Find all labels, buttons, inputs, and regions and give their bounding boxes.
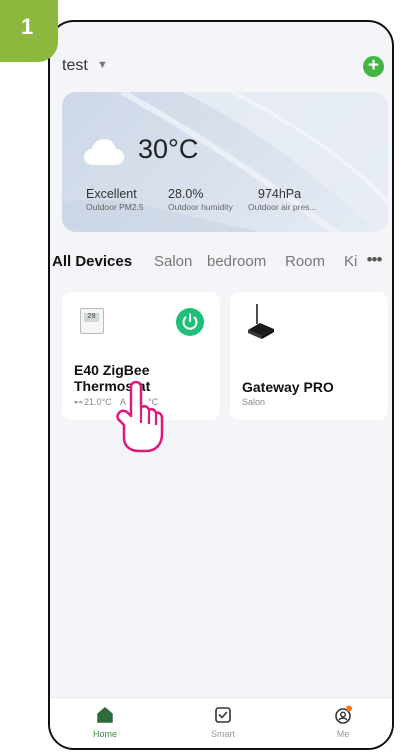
metric-label: Outdoor air pres... <box>248 202 317 212</box>
pointing-hand-icon <box>116 380 164 453</box>
thermostat-icon: 28 <box>80 308 104 334</box>
tab-room[interactable]: Room <box>285 253 325 270</box>
metric-air-pressure: 974hPa Outdoor air pres... <box>248 187 317 212</box>
nav-label: Home <box>92 729 117 739</box>
notification-dot <box>346 705 352 712</box>
cloud-icon <box>84 139 124 165</box>
device-room: Salon <box>242 397 266 407</box>
weather-card[interactable]: 30°C Excellent Outdoor PM2.5 28.0% Outdo… <box>62 92 388 232</box>
thermostat-icon-small: ⊷ <box>74 397 83 407</box>
temperature: 30°C <box>138 134 199 164</box>
tab-kitchen[interactable]: Ki <box>344 253 357 270</box>
thermostat-display: 28 <box>84 313 99 322</box>
phone-screen: test ▼ + 30°C Excellent Outdoor PM2.5 28… <box>48 20 394 750</box>
nav-label: Me <box>336 729 350 739</box>
header: test ▼ + <box>50 22 392 84</box>
smart-icon <box>215 707 231 723</box>
gateway-icon <box>248 304 274 339</box>
step-badge: 1 <box>0 0 58 62</box>
power-icon <box>182 313 198 330</box>
device-card-gateway[interactable]: Gateway PRO Salon <box>230 292 388 420</box>
nav-home[interactable]: Home <box>75 704 135 739</box>
more-icon[interactable]: ••• <box>361 251 387 273</box>
power-button[interactable] <box>176 308 204 336</box>
bottom-nav: Home Smart Me <box>50 697 392 748</box>
caret-down-icon[interactable]: ▼ <box>97 59 108 71</box>
device-name: Gateway PRO <box>242 379 334 395</box>
metric-value: 974hPa <box>258 187 302 201</box>
metric-humidity: 28.0% Outdoor humidity <box>168 187 233 212</box>
metric-label: Outdoor humidity <box>168 202 233 212</box>
metric-label: Outdoor PM2.5 <box>86 202 144 212</box>
metric-value: Excellent <box>86 187 137 201</box>
room-tabs: All Devices Salon bedroom Room Ki ••• <box>50 249 392 277</box>
home-selector[interactable]: test <box>62 57 88 75</box>
step-number: 1 <box>21 14 34 39</box>
tab-salon[interactable]: Salon <box>154 253 192 270</box>
nav-me[interactable]: Me <box>313 704 373 739</box>
device-name: E40 ZigBee <box>74 362 150 378</box>
add-device-button[interactable]: + <box>363 56 384 77</box>
home-icon <box>97 707 113 723</box>
metric-value: 28.0% <box>168 187 204 201</box>
nav-smart[interactable]: Smart <box>193 704 253 739</box>
nav-label: Smart <box>210 729 235 739</box>
add-icon: + <box>367 55 380 76</box>
tab-bedroom[interactable]: bedroom <box>207 253 266 270</box>
me-icon <box>335 705 352 724</box>
tab-all-devices[interactable]: All Devices <box>52 253 132 270</box>
metric-pm25: Excellent Outdoor PM2.5 <box>86 187 144 212</box>
